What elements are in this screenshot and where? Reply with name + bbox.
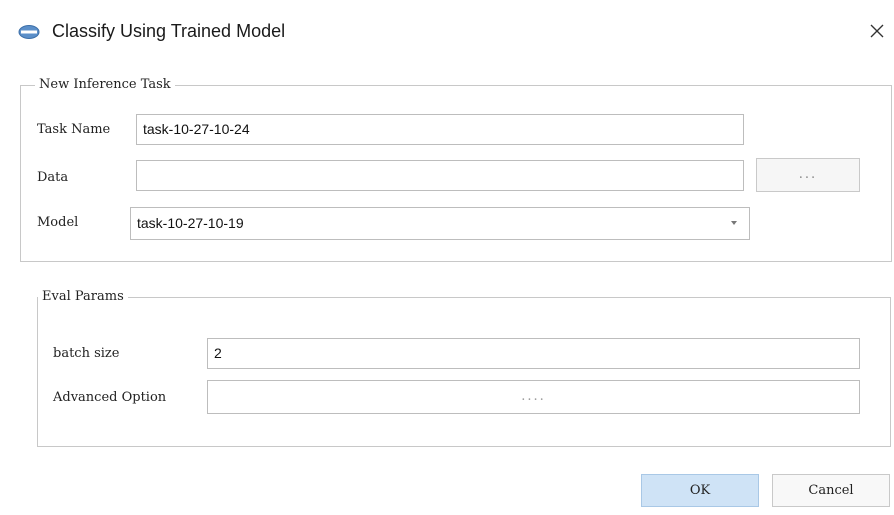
browse-data-button[interactable]: ... (756, 158, 860, 192)
task-name-input[interactable]: task-10-27-10-24 (136, 114, 744, 145)
chevron-down-icon[interactable] (731, 221, 737, 225)
model-label: Model (37, 215, 79, 230)
data-input[interactable] (136, 160, 744, 191)
dialog-title: Classify Using Trained Model (52, 21, 286, 41)
close-button[interactable] (862, 16, 892, 46)
advanced-option-label: Advanced Option (53, 390, 167, 405)
cancel-button[interactable]: Cancel (772, 474, 890, 507)
eval-params-legend: Eval Params (38, 289, 128, 305)
close-icon[interactable] (862, 16, 892, 46)
batch-size-input[interactable]: 2 (207, 338, 860, 369)
inference-task-legend: New Inference Task (35, 77, 175, 93)
title-bar: Classify Using Trained Model (0, 0, 894, 62)
batch-size-label: batch size (53, 346, 120, 361)
data-label: Data (37, 170, 69, 185)
task-name-label: Task Name (37, 122, 111, 137)
ok-button[interactable]: OK (641, 474, 759, 507)
eval-params-group: Eval Params (37, 289, 891, 447)
model-select-value: task-10-27-10-19 (137, 215, 244, 231)
app-logo-icon (18, 25, 40, 39)
advanced-option-button[interactable]: .... (207, 380, 860, 414)
model-select[interactable]: task-10-27-10-19 (130, 207, 750, 240)
